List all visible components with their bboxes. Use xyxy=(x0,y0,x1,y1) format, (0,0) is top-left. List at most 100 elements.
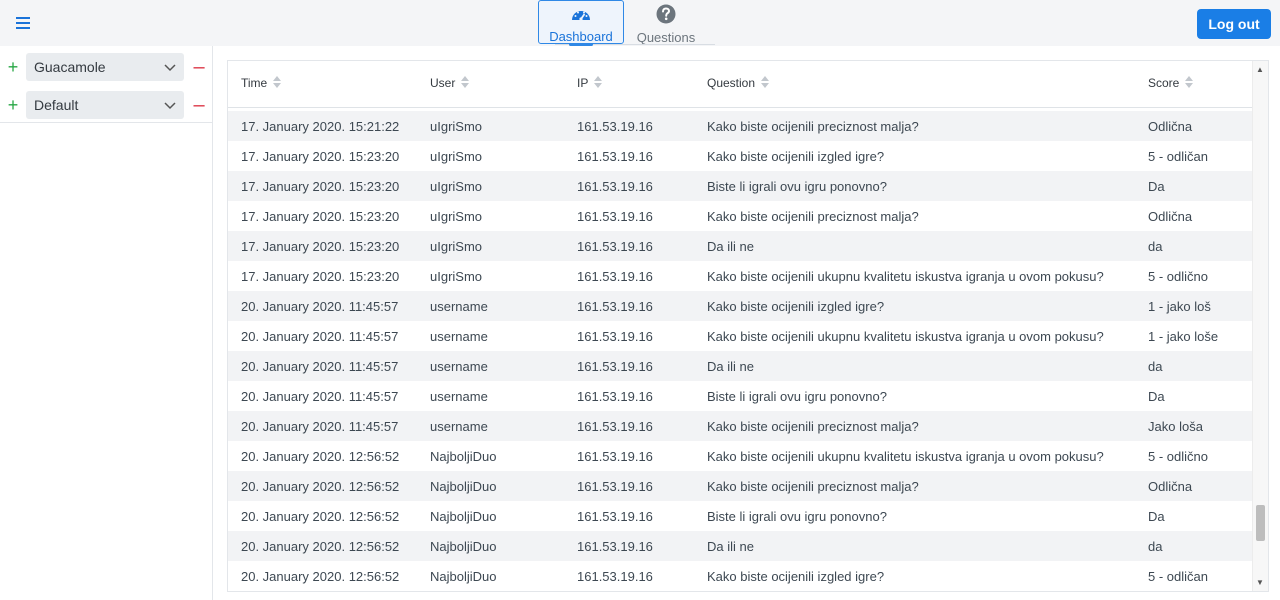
table-cell-time: 20. January 2020. 11:45:57 xyxy=(228,381,417,411)
table-cell-user: NajboljiDuo xyxy=(417,471,564,501)
chevron-down-icon xyxy=(164,97,176,113)
table-cell-question: Biste li igrali ovu igru ponovno? xyxy=(694,381,1135,411)
table-cell-ip: 161.53.19.16 xyxy=(564,411,694,441)
table-cell-question: Kako biste ocijenili ukupnu kvalitetu is… xyxy=(694,321,1135,351)
column-header-label: Time xyxy=(241,76,268,91)
table-cell-score: 1 - jako loš xyxy=(1135,291,1253,321)
table-cell-ip: 161.53.19.16 xyxy=(564,111,694,141)
scroll-up-arrow-icon[interactable]: ▲ xyxy=(1256,65,1264,74)
table-cell-time: 17. January 2020. 15:23:20 xyxy=(228,201,417,231)
table-cell-user: username xyxy=(417,291,564,321)
table-cell-time: 20. January 2020. 11:45:57 xyxy=(228,321,417,351)
table-cell-time: 20. January 2020. 11:45:57 xyxy=(228,411,417,441)
speedometer-icon xyxy=(570,5,592,26)
table-cell-question: Kako biste ocijenili ukupnu kvalitetu is… xyxy=(694,441,1135,471)
tab-questions[interactable]: Questions xyxy=(624,0,708,45)
table-row[interactable]: 17. January 2020. 15:23:20 uIgriSmo 161.53… xyxy=(228,141,1253,171)
column-header-question[interactable]: Question xyxy=(694,61,1135,108)
table-cell-user: uIgriSmo xyxy=(417,171,564,201)
column-header-ip[interactable]: IP xyxy=(564,61,694,108)
sort-icon xyxy=(461,76,470,91)
table-cell-question: Biste li igrali ovu igru ponovno? xyxy=(694,171,1135,201)
table-cell-user: uIgriSmo xyxy=(417,261,564,291)
table-cell-score: da xyxy=(1135,231,1253,261)
table-row[interactable]: 17. January 2020. 15:23:20 uIgriSmo 161.53… xyxy=(228,201,1253,231)
add-icon[interactable]: + xyxy=(0,95,26,116)
table-cell-question: Da ili ne xyxy=(694,351,1135,381)
table-cell-question: Kako biste ocijenili preciznost malja? xyxy=(694,471,1135,501)
table-cell-score: Da xyxy=(1135,381,1253,411)
table-row[interactable]: 20. January 2020. 12:56:52 NajboljiDuo 161… xyxy=(228,561,1253,591)
table-cell-user: NajboljiDuo xyxy=(417,561,564,591)
table-row[interactable]: 20. January 2020. 12:56:52 NajboljiDuo 161… xyxy=(228,531,1253,561)
column-header-score[interactable]: Score xyxy=(1135,61,1253,108)
game-select-value: Guacamole xyxy=(34,59,106,75)
table-cell-user: username xyxy=(417,381,564,411)
table-cell-ip: 161.53.19.16 xyxy=(564,141,694,171)
table-cell-score: Jako loša xyxy=(1135,411,1253,441)
table-header-row: Time User IP Question Score xyxy=(228,61,1253,108)
table-cell-user: uIgriSmo xyxy=(417,201,564,231)
table-row[interactable]: 20. January 2020. 12:56:52 NajboljiDuo 161… xyxy=(228,471,1253,501)
table-cell-ip: 161.53.19.16 xyxy=(564,261,694,291)
sort-icon xyxy=(273,76,282,91)
sidebar-divider xyxy=(0,122,212,123)
add-icon[interactable]: + xyxy=(0,57,26,78)
table-cell-question: Kako biste ocijenili izgled igre? xyxy=(694,141,1135,171)
column-header-label: IP xyxy=(577,76,589,91)
table-cell-ip: 161.53.19.16 xyxy=(564,351,694,381)
table-cell-time: 20. January 2020. 12:56:52 xyxy=(228,471,417,501)
column-header-time[interactable]: Time xyxy=(228,61,417,108)
sidebar: + Guacamole – + Default – xyxy=(0,46,213,600)
scroll-down-arrow-icon[interactable]: ▼ xyxy=(1256,578,1264,587)
table-row[interactable]: 17. January 2020. 15:23:20 uIgriSmo 161.53… xyxy=(228,261,1253,291)
logout-button[interactable]: Log out xyxy=(1197,9,1271,39)
table-row[interactable]: 20. January 2020. 11:45:57 username 161.53… xyxy=(228,381,1253,411)
table-row[interactable]: 17. January 2020. 15:23:20 uIgriSmo 161.53… xyxy=(228,171,1253,201)
game-select-default[interactable]: Default xyxy=(26,91,184,119)
remove-icon[interactable]: – xyxy=(186,56,212,79)
table-cell-time: 20. January 2020. 11:45:57 xyxy=(228,291,417,321)
column-header-label: Score xyxy=(1148,76,1180,91)
column-header-user[interactable]: User xyxy=(417,61,564,108)
sort-icon xyxy=(1185,76,1194,91)
tab-questions-label: Questions xyxy=(636,30,696,45)
table-cell-ip: 161.53.19.16 xyxy=(564,321,694,351)
table-cell-question: Kako biste ocijenili preciznost malja? xyxy=(694,201,1135,231)
table-cell-user: username xyxy=(417,411,564,441)
table-row[interactable]: 20. January 2020. 12:56:52 NajboljiDuo 161… xyxy=(228,441,1253,471)
table-cell-ip: 161.53.19.16 xyxy=(564,561,694,591)
table-cell-ip: 161.53.19.16 xyxy=(564,381,694,411)
table-cell-score: Odlična xyxy=(1135,471,1253,501)
table-cell-time: 20. January 2020. 12:56:52 xyxy=(228,501,417,531)
table-cell-question: Kako biste ocijenili preciznost malja? xyxy=(694,411,1135,441)
remove-icon[interactable]: – xyxy=(186,94,212,117)
game-select-guacamole[interactable]: Guacamole xyxy=(26,53,184,81)
table-row[interactable]: 17. January 2020. 15:23:20 uIgriSmo 161.53… xyxy=(228,231,1253,261)
sort-icon xyxy=(761,76,770,91)
table-cell-score: 5 - odličan xyxy=(1135,561,1253,591)
table-cell-time: 20. January 2020. 12:56:52 xyxy=(228,561,417,591)
menu-icon[interactable] xyxy=(15,14,33,32)
table-cell-ip: 161.53.19.16 xyxy=(564,441,694,471)
table-cell-score: 5 - odlično xyxy=(1135,441,1253,471)
scroll-thumb[interactable] xyxy=(1256,505,1265,541)
question-circle-icon xyxy=(656,4,676,27)
table-row[interactable]: 20. January 2020. 11:45:57 username 161.53… xyxy=(228,351,1253,381)
table-cell-user: NajboljiDuo xyxy=(417,441,564,471)
game-row-guacamole: + Guacamole – xyxy=(0,48,212,86)
table-cell-score: 5 - odlično xyxy=(1135,261,1253,291)
table-cell-user: NajboljiDuo xyxy=(417,531,564,561)
table-cell-ip: 161.53.19.16 xyxy=(564,531,694,561)
table-row[interactable]: 17. January 2020. 15:21:22 uIgriSmo 161.53… xyxy=(228,111,1253,141)
table-row[interactable]: 20. January 2020. 12:56:52 NajboljiDuo 161… xyxy=(228,501,1253,531)
table-cell-score: Odlična xyxy=(1135,111,1253,141)
table-row[interactable]: 20. January 2020. 11:45:57 username 161.53… xyxy=(228,291,1253,321)
table-row[interactable]: 20. January 2020. 11:45:57 username 161.53… xyxy=(228,321,1253,351)
table-cell-ip: 161.53.19.16 xyxy=(564,171,694,201)
tab-dashboard[interactable]: Dashboard xyxy=(538,0,624,44)
table-cell-score: 1 - jako loše xyxy=(1135,321,1253,351)
table-cell-time: 17. January 2020. 15:23:20 xyxy=(228,171,417,201)
vertical-scrollbar[interactable]: ▲ ▼ xyxy=(1252,61,1268,591)
table-row[interactable]: 20. January 2020. 11:45:57 username 161.53… xyxy=(228,411,1253,441)
